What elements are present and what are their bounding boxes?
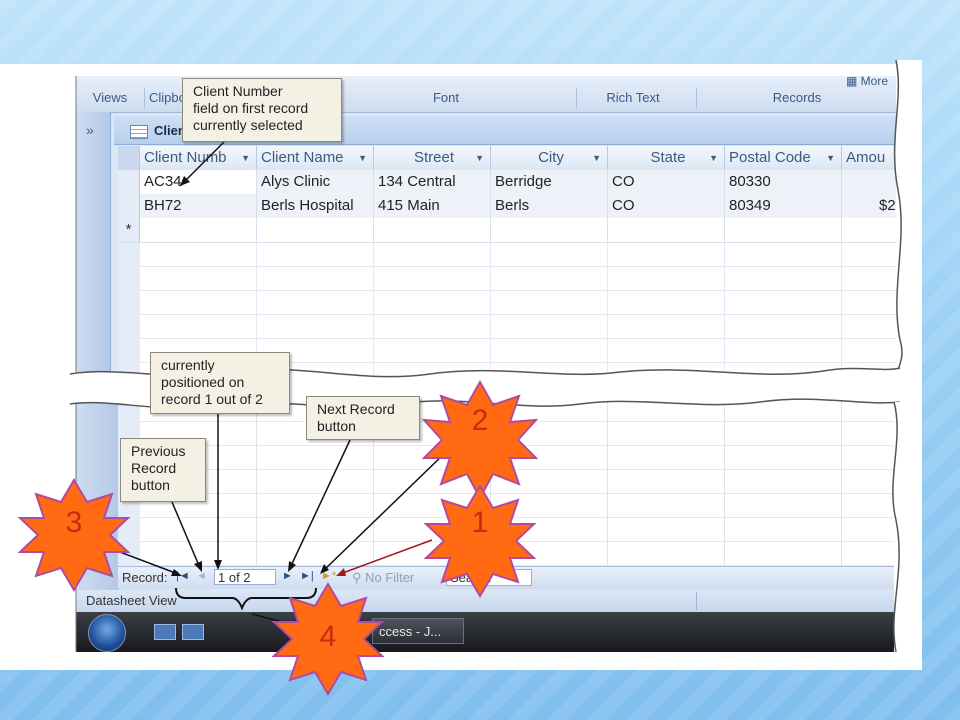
step-number-1: 1 [471,506,489,539]
step-star-1 [423,484,537,598]
callout-next-record: Next Record button [306,396,420,440]
callout-record-position: currently positioned on record 1 out of … [150,352,290,414]
step-number-4: 4 [319,620,337,653]
step-number-3: 3 [65,506,83,539]
torn-edge-overlay [17,59,922,696]
callout-client-number: Client Number field on first record curr… [182,78,342,142]
callout-previous-record: Previous Record button [120,438,206,502]
step-number-2: 2 [471,404,489,437]
